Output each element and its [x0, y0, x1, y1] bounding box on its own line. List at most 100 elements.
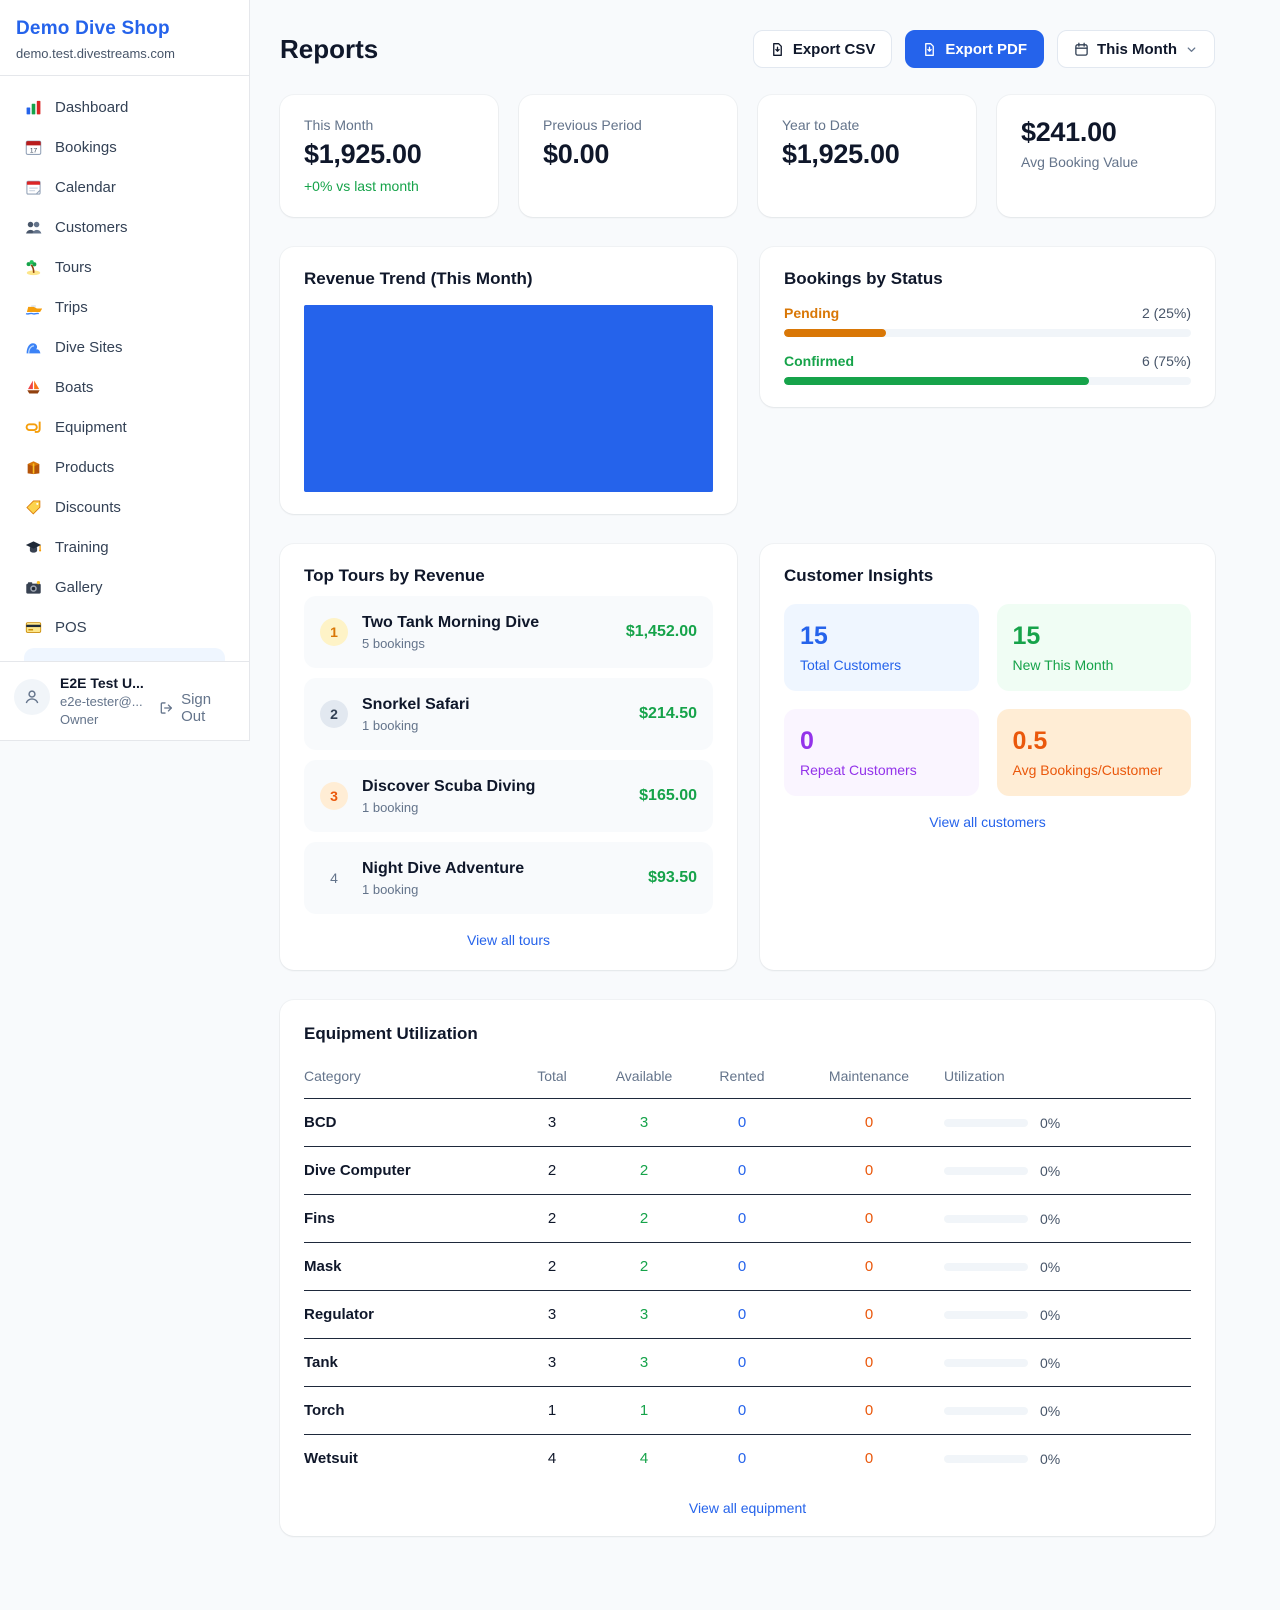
- status-value: 6 (75%): [1142, 353, 1191, 369]
- utilization-bar: [944, 1263, 1028, 1271]
- sidebar-item-calendar[interactable]: Calendar: [14, 168, 235, 206]
- sidebar-item-label: Training: [55, 539, 109, 556]
- stat-label: Previous Period: [543, 117, 713, 133]
- utilization-bar: [944, 1407, 1028, 1415]
- table-row: Dive Computer 2 2 0 0 0%: [304, 1147, 1191, 1195]
- calendar-pad-icon: [24, 178, 42, 196]
- cell-maintenance: 0: [794, 1291, 944, 1339]
- sailboat-icon: [24, 378, 42, 396]
- cell-category: BCD: [304, 1099, 506, 1147]
- cell-total: 2: [506, 1147, 598, 1195]
- cell-available: 3: [598, 1339, 690, 1387]
- view-all-tours-link[interactable]: View all tours: [304, 932, 713, 948]
- cell-rented: 0: [690, 1195, 794, 1243]
- cell-maintenance: 0: [794, 1243, 944, 1291]
- cell-category: Tank: [304, 1339, 506, 1387]
- cell-maintenance: 0: [794, 1195, 944, 1243]
- cell-total: 2: [506, 1195, 598, 1243]
- tour-bookings: 1 booking: [362, 882, 524, 897]
- cell-rented: 0: [690, 1243, 794, 1291]
- stat-label: This Month: [304, 117, 474, 133]
- export-pdf-button[interactable]: Export PDF: [905, 30, 1044, 68]
- cell-category: Dive Computer: [304, 1147, 506, 1195]
- stat-card-avg-booking-value: $241.00 Avg Booking Value: [997, 95, 1215, 217]
- utilization-bar: [944, 1167, 1028, 1175]
- cell-maintenance: 0: [794, 1339, 944, 1387]
- sidebar-item-label: Customers: [55, 219, 128, 236]
- cell-rented: 0: [690, 1291, 794, 1339]
- customer-insights-title: Customer Insights: [784, 566, 1191, 586]
- cell-utilization: 0%: [1040, 1307, 1060, 1323]
- list-item: 3 Discover Scuba Diving1 booking $165.00: [304, 760, 713, 832]
- svg-text:17: 17: [29, 147, 37, 154]
- sidebar-item-trips[interactable]: Trips: [14, 288, 235, 326]
- view-all-customers-link[interactable]: View all customers: [784, 814, 1191, 830]
- export-csv-button[interactable]: Export CSV: [753, 30, 893, 68]
- cell-category: Wetsuit: [304, 1435, 506, 1483]
- sidebar-item-label: Calendar: [55, 179, 116, 196]
- column-header: Maintenance: [794, 1060, 944, 1099]
- sidebar-item-label: Bookings: [55, 139, 117, 156]
- sidebar-item-label: Equipment: [55, 419, 127, 436]
- user-section: E2E Test U... e2e-tester@... Owner Sign …: [0, 661, 249, 740]
- sidebar-item-products[interactable]: Products: [14, 448, 235, 486]
- sidebar-item-dive-sites[interactable]: Dive Sites: [14, 328, 235, 366]
- cell-available: 2: [598, 1243, 690, 1291]
- view-all-equipment-link[interactable]: View all equipment: [304, 1500, 1191, 1516]
- revenue-trend-title: Revenue Trend (This Month): [304, 269, 713, 289]
- sidebar-item-customers[interactable]: Customers: [14, 208, 235, 246]
- tile-label: Total Customers: [800, 657, 963, 673]
- cell-maintenance: 0: [794, 1435, 944, 1483]
- sign-out-button[interactable]: Sign Out: [159, 691, 235, 725]
- cell-rented: 0: [690, 1339, 794, 1387]
- page-title: Reports: [280, 34, 378, 65]
- sidebar-item-selected-partial[interactable]: [24, 648, 225, 661]
- equipment-utilization-title: Equipment Utilization: [304, 1024, 1191, 1044]
- insight-tile-repeat-customers: 0 Repeat Customers: [784, 709, 979, 796]
- cell-total: 3: [506, 1099, 598, 1147]
- speedboat-icon: [24, 298, 42, 316]
- tour-revenue: $1,452.00: [626, 623, 697, 641]
- column-header: Category: [304, 1060, 506, 1099]
- sidebar-item-bookings[interactable]: 17 Bookings: [14, 128, 235, 166]
- cell-utilization: 0%: [1040, 1259, 1060, 1275]
- user-email: e2e-tester@...: [60, 694, 149, 709]
- tour-name: Night Dive Adventure: [362, 860, 524, 878]
- cell-utilization: 0%: [1040, 1355, 1060, 1371]
- cell-total: 2: [506, 1243, 598, 1291]
- dive-mask-icon: [24, 418, 42, 436]
- sidebar-item-label: Dive Sites: [55, 339, 123, 356]
- sidebar-item-boats[interactable]: Boats: [14, 368, 235, 406]
- sidebar-item-label: Gallery: [55, 579, 103, 596]
- cell-maintenance: 0: [794, 1387, 944, 1435]
- revenue-trend-chart: [304, 305, 713, 492]
- cell-total: 4: [506, 1435, 598, 1483]
- camera-icon: [24, 578, 42, 596]
- stat-cards: This Month $1,925.00 +0% vs last month P…: [280, 95, 1215, 217]
- insight-tile-new-this-month: 15 New This Month: [997, 604, 1192, 691]
- sidebar-item-equipment[interactable]: Equipment: [14, 408, 235, 446]
- table-row: Regulator 3 3 0 0 0%: [304, 1291, 1191, 1339]
- cell-maintenance: 0: [794, 1099, 944, 1147]
- tour-name: Snorkel Safari: [362, 696, 470, 714]
- sidebar-item-gallery[interactable]: Gallery: [14, 568, 235, 606]
- calendar-date-icon: 17: [24, 138, 42, 156]
- status-label: Confirmed: [784, 353, 854, 369]
- sidebar-nav: Dashboard 17 Bookings Calendar Customers…: [0, 76, 249, 661]
- period-selector-dropdown[interactable]: This Month: [1057, 30, 1215, 68]
- sidebar-item-training[interactable]: Training: [14, 528, 235, 566]
- cell-utilization: 0%: [1040, 1403, 1060, 1419]
- cell-total: 1: [506, 1387, 598, 1435]
- cell-available: 2: [598, 1195, 690, 1243]
- sidebar-item-discounts[interactable]: Discounts: [14, 488, 235, 526]
- shop-subdomain: demo.test.divestreams.com: [16, 46, 233, 61]
- sidebar-item-pos[interactable]: POS: [14, 608, 235, 646]
- table-row: Torch 1 1 0 0 0%: [304, 1387, 1191, 1435]
- sidebar-item-dashboard[interactable]: Dashboard: [14, 88, 235, 126]
- insight-tile-avg-bookings: 0.5 Avg Bookings/Customer: [997, 709, 1192, 796]
- tour-name: Discover Scuba Diving: [362, 778, 535, 796]
- bookings-by-status-panel: Bookings by Status Pending 2 (25%) Confi…: [760, 247, 1215, 407]
- sign-out-icon: [159, 700, 174, 716]
- period-selected-label: This Month: [1097, 41, 1177, 58]
- sidebar-item-tours[interactable]: Tours: [14, 248, 235, 286]
